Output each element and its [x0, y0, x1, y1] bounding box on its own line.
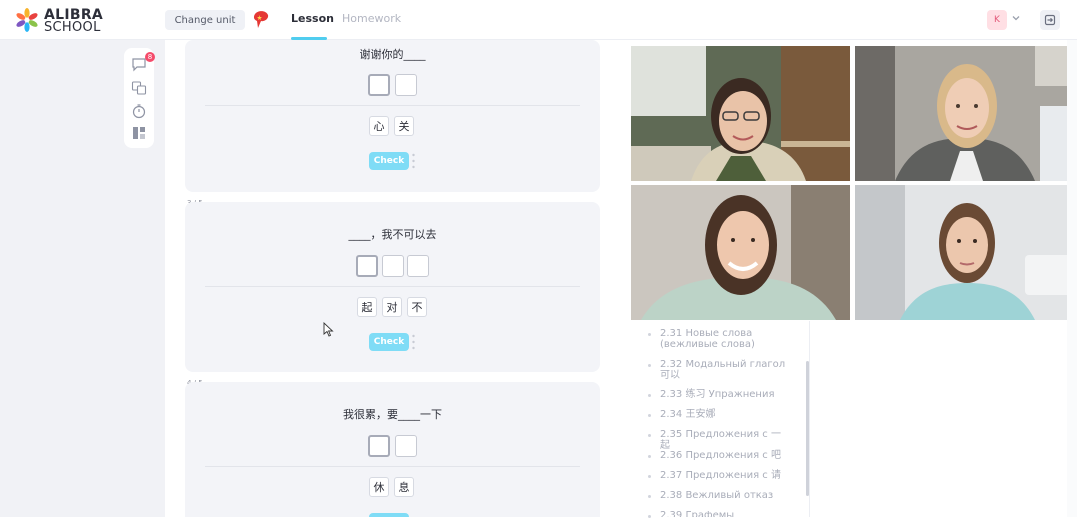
answer-slot[interactable]	[395, 435, 417, 457]
sign-out-icon	[1044, 14, 1056, 26]
contents-item[interactable]: 2.37 Предложения с 请	[660, 470, 790, 481]
chevron-down-icon[interactable]	[1011, 13, 1021, 23]
exercise-sentence: 我很累，要____一下	[343, 408, 442, 421]
notification-badge: 8	[145, 52, 155, 62]
contents-item[interactable]: 2.33 练习 Упражнения	[660, 389, 790, 400]
top-bar: ALIBRA SCHOOL Change unit Lesson Homewor…	[0, 0, 1077, 40]
exercise-card: 谢谢你的____ 心 关 Check	[185, 40, 600, 192]
participant-video	[631, 46, 850, 181]
answer-slot[interactable]	[356, 255, 378, 277]
answer-slot[interactable]	[407, 255, 429, 277]
list-bullet	[648, 455, 651, 458]
character-chip[interactable]: 心	[369, 116, 389, 136]
scrollbar-thumb[interactable]	[806, 361, 809, 496]
logo-flower-icon	[16, 8, 38, 32]
character-chip[interactable]: 关	[394, 116, 414, 136]
answer-slot[interactable]	[395, 74, 417, 96]
divider	[205, 286, 580, 287]
side-toolbar: 8	[124, 48, 155, 148]
check-button[interactable]: Check	[369, 333, 409, 351]
lesson-contents-list: 2.31 Новые слова (вежливые слова) 2.32 М…	[630, 321, 810, 518]
timer-icon	[132, 104, 146, 119]
exercise-card: 我很累，要____一下 休 息	[185, 382, 600, 517]
exercise-card: ____，我不可以去 起 对 不 Check	[185, 202, 600, 372]
contents-item[interactable]: 2.35 Предложения с 一起	[660, 429, 790, 451]
participant-video	[855, 46, 1074, 181]
list-bullet	[648, 414, 651, 417]
divider	[205, 105, 580, 106]
translate-icon	[131, 81, 147, 95]
divider	[205, 466, 580, 467]
change-unit-button[interactable]: Change unit	[165, 10, 245, 30]
layout-icon	[133, 127, 145, 139]
check-button-partial[interactable]	[369, 513, 409, 517]
list-bullet	[648, 475, 651, 478]
translate-button[interactable]	[131, 80, 147, 96]
list-bullet	[648, 495, 651, 498]
drag-handle-icon[interactable]	[412, 334, 415, 350]
exercise-sentence: ____，我不可以去	[348, 228, 437, 241]
participant-video	[855, 185, 1074, 320]
video-tile-participant-1[interactable]	[855, 46, 1074, 181]
answer-slot[interactable]	[368, 74, 390, 96]
list-bullet	[648, 333, 651, 336]
list-bullet	[648, 364, 651, 367]
mouse-cursor-icon	[323, 322, 334, 337]
character-chip[interactable]: 不	[407, 297, 427, 317]
contents-item[interactable]: 2.32 Модальный глагол 可以	[660, 359, 790, 381]
drag-handle-icon[interactable]	[412, 153, 415, 169]
contents-item[interactable]: 2.39 Графемы	[660, 510, 790, 517]
list-bullet	[648, 394, 651, 397]
user-avatar[interactable]: K	[987, 10, 1007, 30]
character-chip[interactable]: 休	[369, 477, 389, 497]
character-chip[interactable]: 起	[357, 297, 377, 317]
china-flag-icon	[253, 11, 269, 28]
layout-button[interactable]	[131, 125, 147, 141]
character-chip[interactable]: 息	[394, 477, 414, 497]
character-chip[interactable]: 对	[382, 297, 402, 317]
contents-item[interactable]: 2.34 王安娜	[660, 409, 790, 420]
exit-lesson-button[interactable]	[1040, 10, 1060, 30]
exercise-sentence: 谢谢你的____	[359, 48, 426, 61]
tab-lesson[interactable]: Lesson	[291, 12, 334, 25]
window-edge	[1067, 40, 1077, 517]
video-tile-participant-2[interactable]	[631, 185, 850, 320]
alibra-logo[interactable]: ALIBRA SCHOOL	[14, 6, 114, 35]
participant-video	[631, 185, 850, 320]
answer-slot[interactable]	[382, 255, 404, 277]
contents-item[interactable]: 2.31 Новые слова (вежливые слова)	[660, 328, 790, 350]
video-tile-teacher[interactable]	[631, 46, 850, 181]
chat-button[interactable]: 8	[131, 52, 155, 72]
video-tile-participant-3[interactable]	[855, 185, 1074, 320]
tab-homework[interactable]: Homework	[342, 12, 401, 25]
app-window: ALIBRA SCHOOL Change unit Lesson Homewor…	[0, 0, 1077, 518]
answer-slot[interactable]	[368, 435, 390, 457]
check-button[interactable]: Check	[369, 152, 409, 170]
timer-button[interactable]	[131, 103, 147, 119]
brand-line2: SCHOOL	[44, 20, 101, 35]
contents-item[interactable]: 2.36 Предложения с 吧	[660, 450, 790, 461]
contents-item[interactable]: 2.38 Вежливый отказ	[660, 490, 790, 501]
list-bullet	[648, 434, 651, 437]
